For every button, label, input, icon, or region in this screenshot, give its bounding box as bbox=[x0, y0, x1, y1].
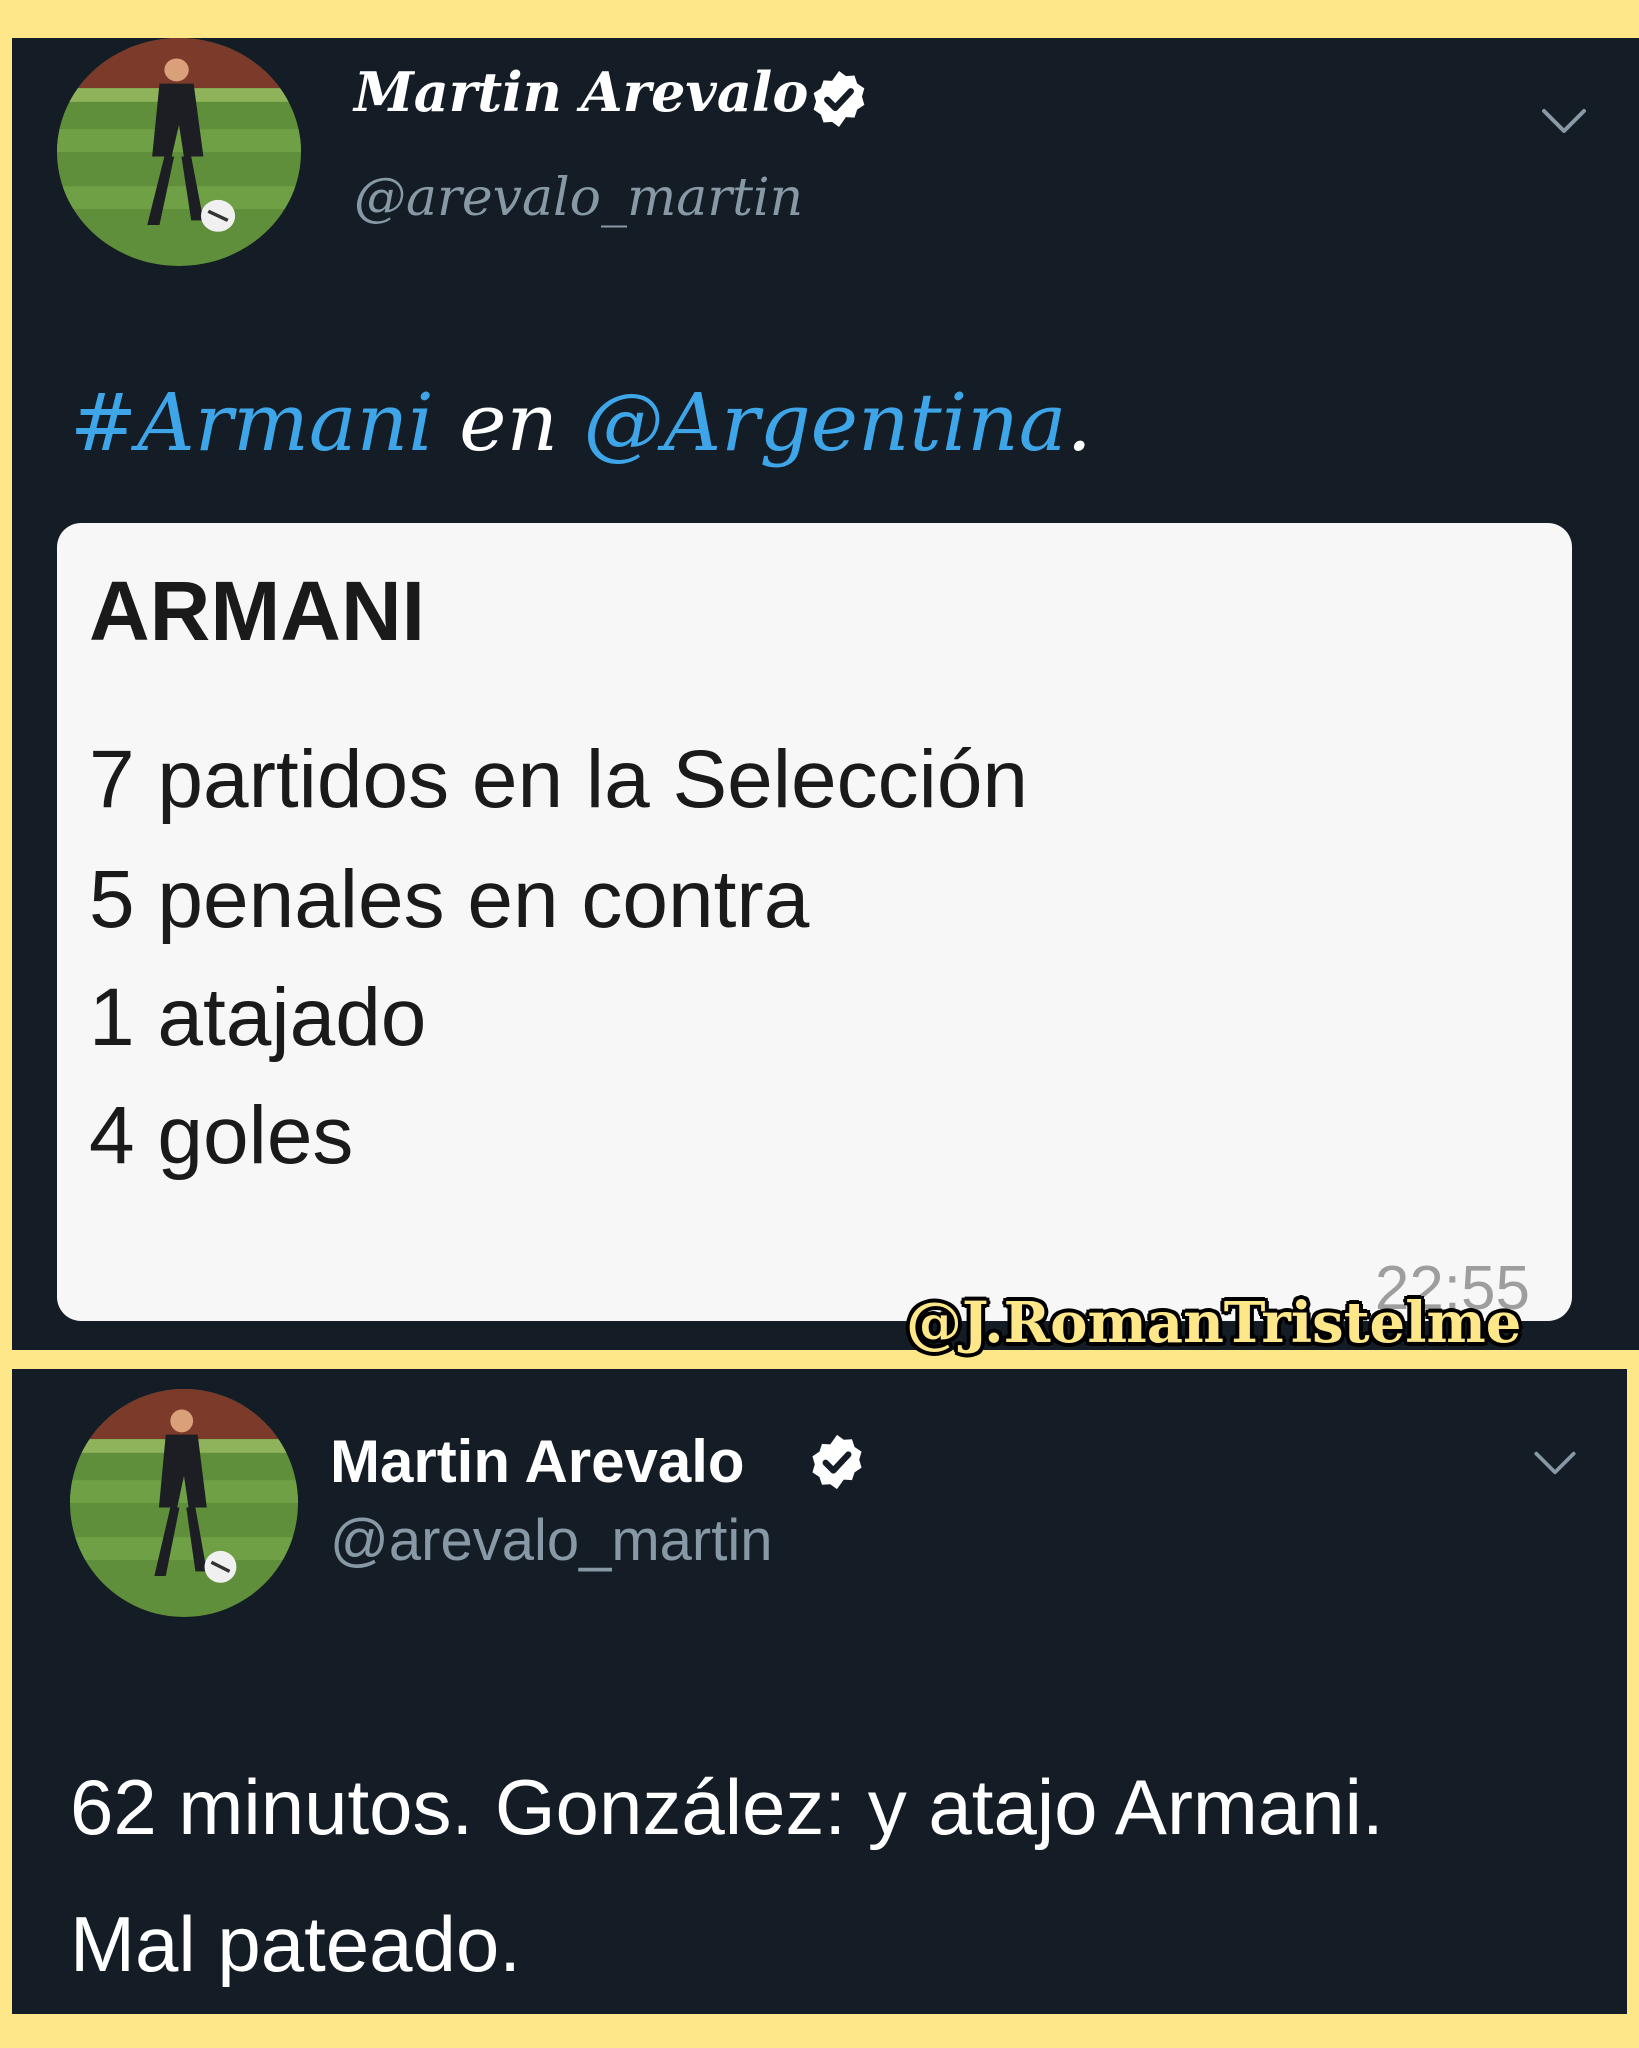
tweet-text-line: Mal pateado. bbox=[70, 1900, 521, 1988]
attached-message-screenshot[interactable]: ARMANI 7 partidos en la Selección 5 pena… bbox=[57, 523, 1572, 1323]
verified-badge-icon bbox=[806, 1431, 868, 1493]
author-handle[interactable]: @arevalo_martin bbox=[330, 1507, 773, 1574]
author-handle[interactable]: @arevalo_martin bbox=[354, 168, 803, 228]
hashtag-link[interactable]: #Armani bbox=[70, 376, 434, 469]
message-line: 5 penales en contra bbox=[89, 854, 810, 945]
profile-photo bbox=[70, 1389, 298, 1617]
tweet-1: Martin Arevalo @arevalo_martin #Armani e… bbox=[12, 38, 1639, 1350]
chevron-down-icon[interactable] bbox=[1532, 1449, 1578, 1477]
message-line: 4 goles bbox=[89, 1090, 354, 1181]
message-title: ARMANI bbox=[89, 564, 425, 658]
tweet-2: Martin Arevalo @arevalo_martin 62 minuto… bbox=[12, 1369, 1627, 2014]
avatar[interactable] bbox=[70, 1389, 298, 1617]
author-name[interactable]: Martin Arevalo bbox=[354, 60, 808, 124]
message-line: 7 partidos en la Selección bbox=[89, 734, 1029, 825]
watermark: @J.RomanTristelme bbox=[906, 1290, 1522, 1356]
chevron-down-icon[interactable] bbox=[1540, 106, 1588, 136]
tweet-text-line: 62 minutos. González: y atajo Armani. bbox=[70, 1763, 1384, 1851]
verified-badge-icon bbox=[807, 67, 871, 131]
tweet-text-segment: en bbox=[433, 376, 584, 469]
mention-link[interactable]: @Argentina bbox=[583, 376, 1066, 469]
tweet-text: #Armani en @Argentina. bbox=[70, 376, 1092, 469]
tweet-text: 62 minutos. González: y atajo Armani. Ma… bbox=[70, 1739, 1570, 2013]
message-line: 1 atajado bbox=[89, 972, 427, 1063]
author-name[interactable]: Martin Arevalo bbox=[330, 1427, 745, 1496]
avatar[interactable] bbox=[57, 38, 301, 266]
tweet-text-segment: . bbox=[1066, 376, 1092, 469]
profile-photo bbox=[57, 38, 301, 266]
